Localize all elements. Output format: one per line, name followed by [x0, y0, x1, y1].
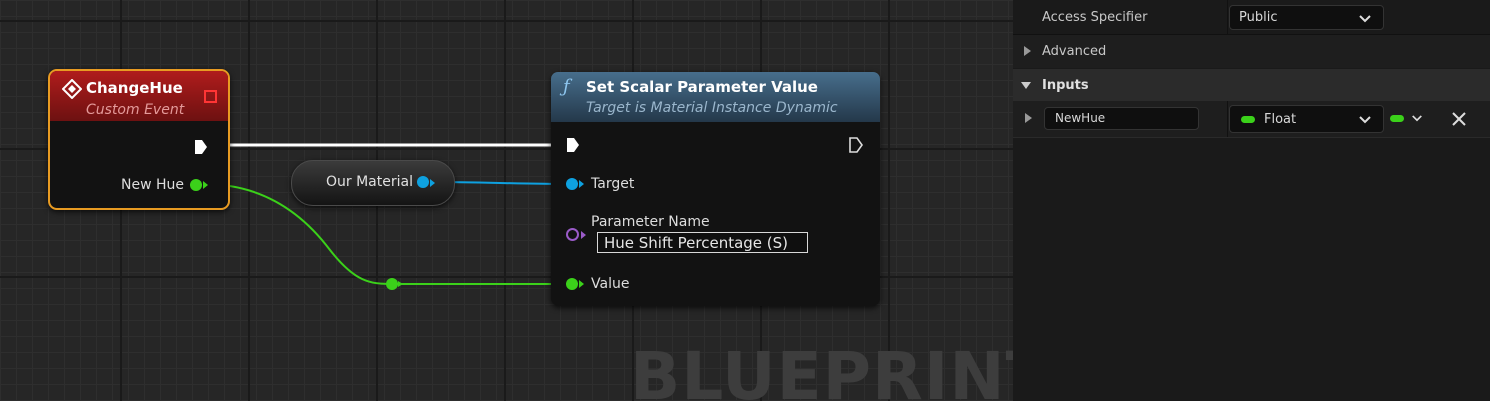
advanced-row[interactable]: Advanced — [1013, 35, 1490, 68]
access-specifier-row: Access Specifier Public — [1013, 0, 1490, 35]
single-value-pill-icon — [1390, 115, 1404, 122]
function-node-title: Set Scalar Parameter Value — [586, 78, 818, 96]
expand-arrow-icon[interactable] — [1024, 46, 1031, 56]
value-pin-arrow — [579, 280, 584, 288]
access-specifier-dropdown[interactable]: Public — [1229, 5, 1384, 30]
input-name-field[interactable]: NewHue — [1044, 107, 1199, 130]
row-divider — [1227, 0, 1228, 34]
event-node-header: ChangeHue Custom Event — [50, 71, 228, 121]
remove-input-close-icon[interactable] — [1451, 111, 1467, 127]
event-node-subtitle: Custom Event — [86, 102, 185, 118]
exec-out-pin[interactable] — [849, 137, 863, 153]
param-name-pin-label: Parameter Name — [591, 214, 710, 230]
expand-arrow-icon[interactable] — [1025, 113, 1032, 123]
variable-get-node[interactable]: Our Material — [291, 160, 455, 206]
chevron-down-icon — [1412, 115, 1422, 122]
chevron-down-icon — [1359, 15, 1371, 23]
input-type-value: Float — [1264, 112, 1297, 127]
function-node-subtitle: Target is Material Instance Dynamic — [586, 100, 838, 116]
object-out-arrow — [430, 179, 435, 187]
target-pin-label: Target — [591, 176, 635, 192]
float-out-arrow — [203, 181, 208, 189]
inputs-header-row[interactable]: Inputs — [1013, 69, 1490, 101]
value-pin-label: Value — [591, 276, 630, 292]
details-panel: Access Specifier Public Advanced Inputs … — [1013, 0, 1490, 401]
target-pin[interactable] — [566, 178, 578, 190]
access-specifier-label: Access Specifier — [1042, 10, 1148, 25]
float-type-pill-icon — [1241, 116, 1255, 123]
float-out-pin[interactable] — [190, 179, 202, 191]
inputs-label: Inputs — [1042, 78, 1089, 93]
param-name-pin-arrow — [581, 231, 586, 239]
output-pin-label: New Hue — [121, 177, 184, 193]
target-pin-arrow — [579, 180, 584, 188]
value-pin[interactable] — [566, 278, 578, 290]
collapse-arrow-icon[interactable] — [1021, 82, 1031, 89]
param-name-pin[interactable] — [566, 228, 579, 241]
exec-in-pin[interactable] — [566, 137, 580, 153]
reroute-arrow — [398, 281, 403, 287]
function-call-node[interactable]: ƒ Set Scalar Parameter Value Target is M… — [551, 72, 880, 306]
event-node-title: ChangeHue — [86, 79, 183, 97]
blueprint-graph[interactable]: BLUEPRINT ChangeHue Custom Event New Hue… — [0, 0, 1013, 401]
container-type-dropdown[interactable] — [1389, 109, 1429, 129]
parameter-name-input[interactable]: Hue Shift Percentage (S) — [597, 232, 808, 253]
input-type-dropdown[interactable]: Float — [1229, 105, 1384, 133]
input-name-value: NewHue — [1055, 111, 1106, 125]
advanced-label: Advanced — [1042, 44, 1107, 59]
access-specifier-value: Public — [1239, 10, 1278, 25]
event-diamond-icon — [62, 79, 82, 99]
delegate-pin-icon[interactable] — [204, 90, 217, 103]
variable-label: Our Material — [326, 174, 413, 190]
function-icon: ƒ — [563, 76, 570, 97]
object-out-pin[interactable] — [417, 176, 429, 188]
custom-event-node[interactable]: ChangeHue Custom Event New Hue — [48, 69, 230, 210]
chevron-down-icon — [1359, 116, 1371, 124]
exec-out-pin[interactable] — [194, 139, 208, 155]
function-node-header: ƒ Set Scalar Parameter Value Target is M… — [551, 72, 880, 122]
reroute-node — [386, 278, 398, 290]
row-divider — [1227, 101, 1228, 137]
input-param-row: NewHue Float — [1013, 101, 1490, 138]
